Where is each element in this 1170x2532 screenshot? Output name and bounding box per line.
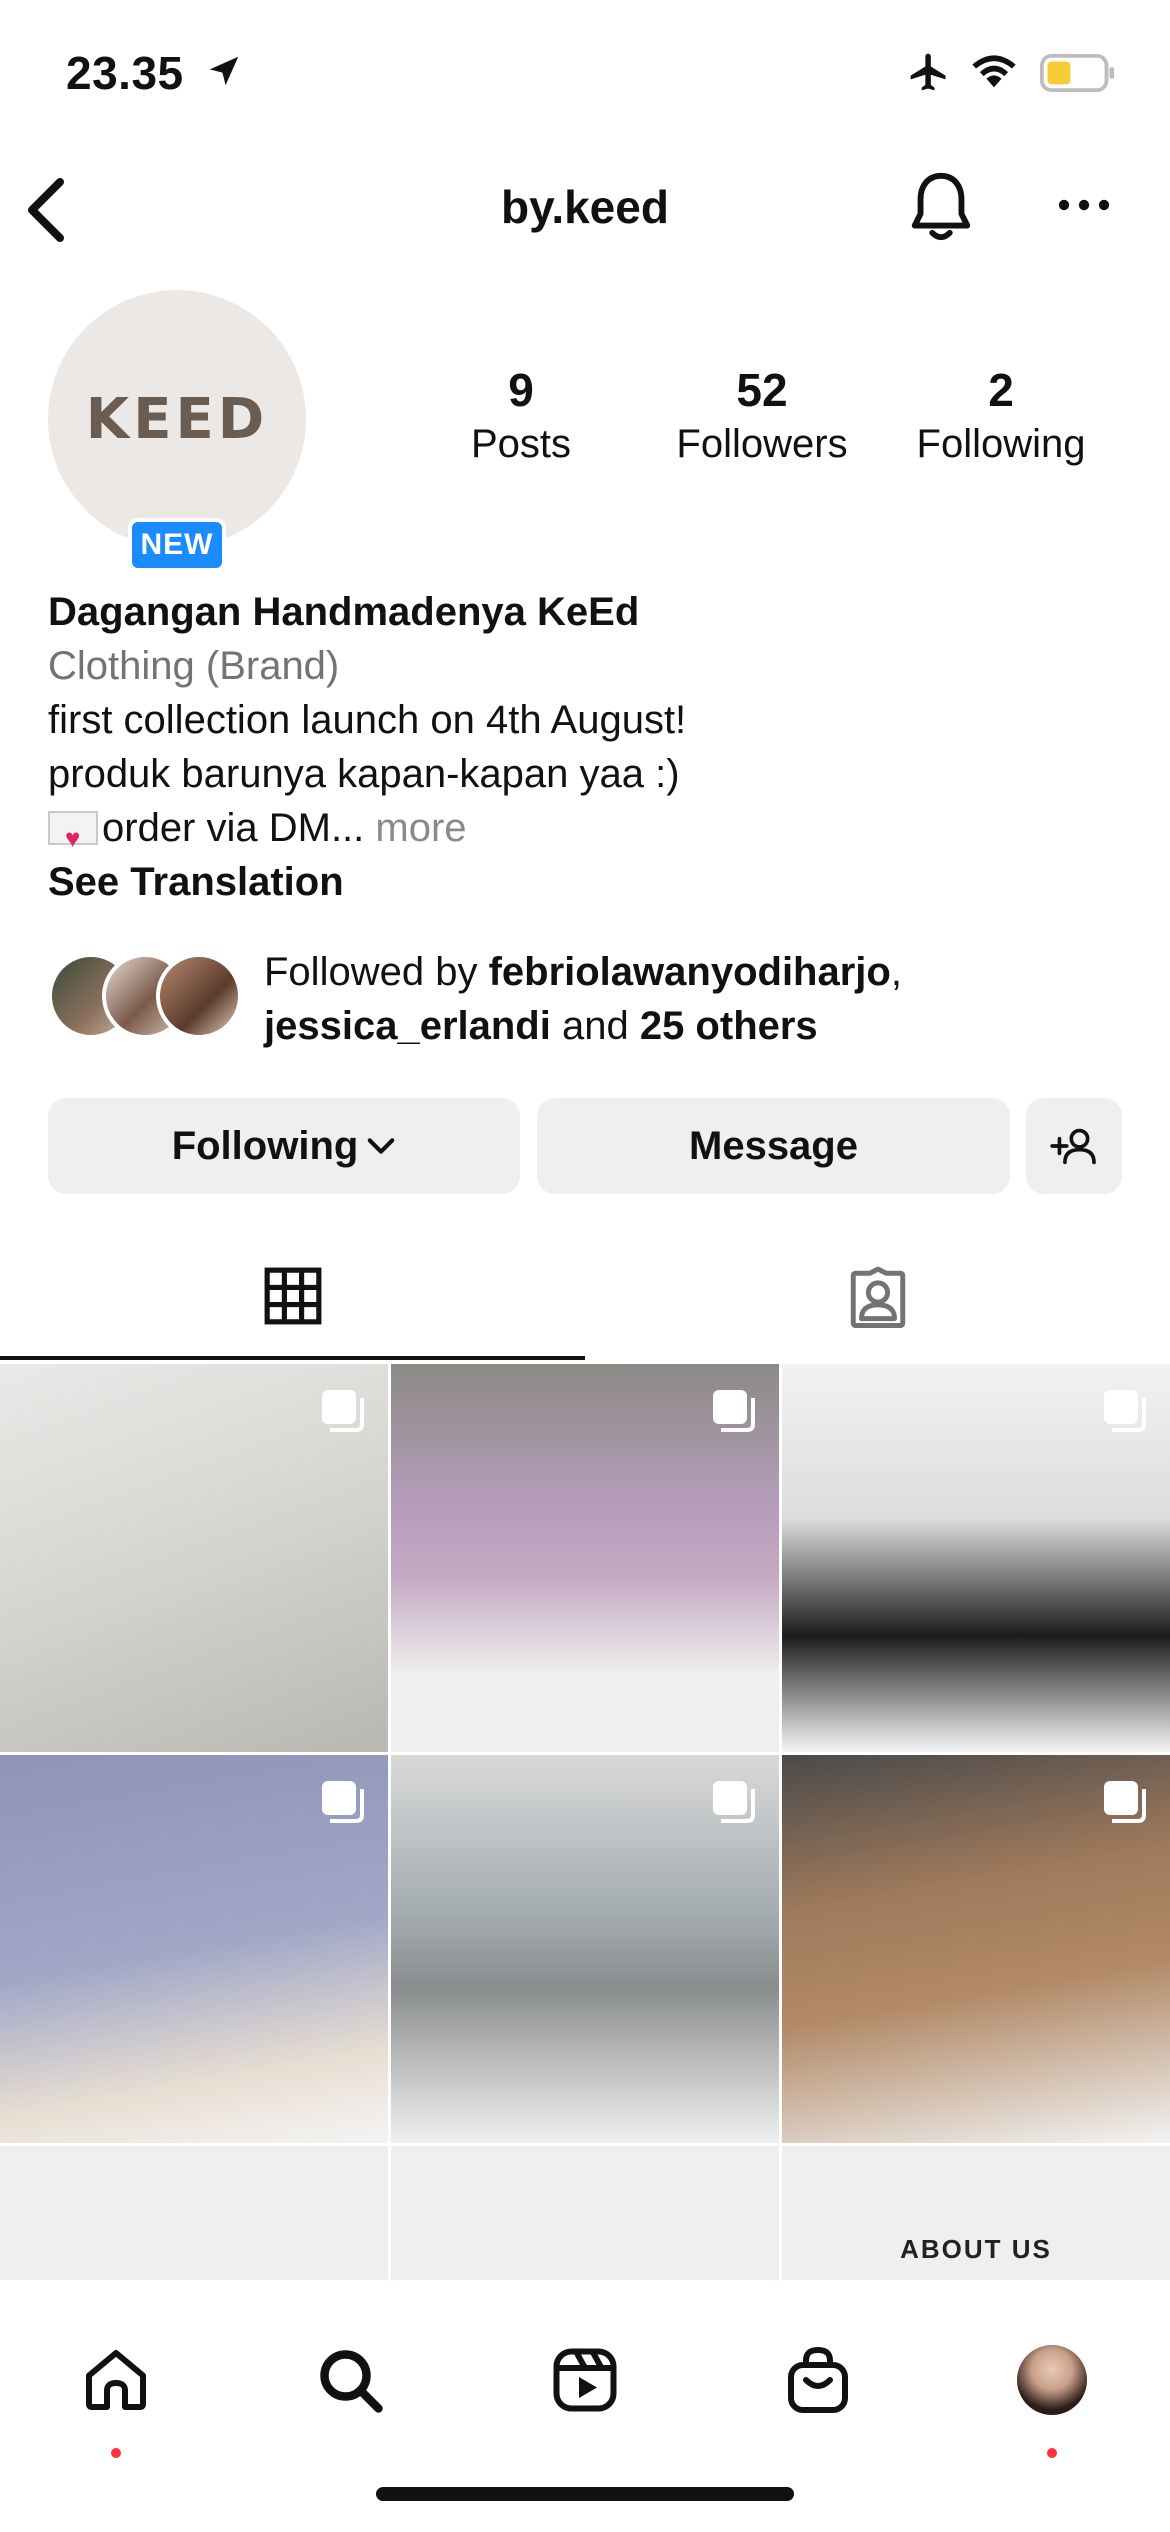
wifi-icon [972,55,1016,88]
stat-followers[interactable]: 52 Followers [647,362,877,470]
bell-icon[interactable] [905,170,977,246]
grid-post-2[interactable] [391,1364,779,1752]
profile-header: by.keed [0,150,1170,270]
profile-thumbnail-avatar [1017,2345,1087,2415]
new-badge: NEW [128,518,226,572]
grid-post-4[interactable] [0,1755,388,2143]
airplane-icon [910,53,946,91]
chevron-down-icon [368,1138,395,1154]
tab-posts-grid[interactable] [0,1235,585,1360]
stat-following-count: 2 [988,364,1014,416]
multiple-photos-icon [1104,1781,1146,1823]
stat-following[interactable]: 2 Following [886,362,1116,470]
profile-name: Dagangan Handmadenya KeEd [48,590,640,634]
profile-notification-dot [1047,2448,1057,2458]
bio-line-3: order via DM... more [48,801,1128,865]
bio-line-3-text: order via DM... [102,806,365,850]
followed-by-and: and [550,1004,640,1048]
grid-post-1[interactable] [0,1364,388,1752]
followed-by-user-1: febriolawanyodiharjo [488,950,891,994]
stat-following-label: Following [916,422,1086,466]
status-bar: 23.35 [0,0,1170,150]
nav-shop[interactable] [758,2320,878,2440]
multiple-photos-icon [713,1390,755,1432]
follower-avatar-3 [156,953,242,1039]
stat-followers-label: Followers [676,422,848,466]
following-button[interactable]: Following [48,1098,520,1194]
status-time: 23.35 [66,47,184,99]
multiple-photos-icon [713,1781,755,1823]
grid-post-6[interactable] [782,1755,1170,2143]
grid-post-3[interactable] [782,1364,1170,1752]
profile-bio: Dagangan Handmadenya KeEd Clothing (Bran… [48,585,1128,909]
following-button-label: Following [171,1123,359,1168]
shopping-bag-icon [788,2346,848,2413]
add-user-icon [1050,1128,1096,1165]
love-letter-icon [48,811,98,865]
page-title: by.keed [501,181,669,233]
nav-profile[interactable] [992,2320,1112,2458]
followed-by-text: Followed by febriolawanyodiharjo, jessic… [264,945,902,1053]
home-notification-dot [111,2448,121,2458]
grid-post-5[interactable] [391,1755,779,2143]
followed-by-prefix: Followed by [264,950,489,994]
profile-category[interactable]: Clothing (Brand) [48,639,1128,693]
profile-avatar[interactable]: KEED [48,290,306,548]
stat-posts-label: Posts [470,422,572,466]
followed-by-others: 25 others [639,1004,818,1048]
suggested-users-button[interactable] [1026,1098,1122,1194]
followed-by-sep: , [890,950,902,994]
stat-posts-count: 9 [508,364,534,416]
followed-by-row[interactable]: Followed by febriolawanyodiharjo, jessic… [48,945,1128,1055]
stat-posts[interactable]: 9 Posts [406,362,636,470]
see-translation-link[interactable]: See Translation [48,855,1128,909]
nav-home[interactable] [56,2320,176,2458]
message-button-label: Message [689,1123,858,1168]
nav-search[interactable] [290,2320,410,2440]
home-icon [86,2350,146,2410]
multiple-photos-icon [322,1390,364,1432]
bio-line-1: first collection launch on 4th August! [48,698,687,742]
grid-icon [264,1267,321,1324]
tab-tagged[interactable] [585,1235,1170,1360]
about-us-text: ABOUT US [900,2234,1052,2264]
followed-by-user-2: jessica_erlandi [264,1004,551,1048]
multiple-photos-icon [322,1781,364,1823]
nav-reels[interactable] [525,2320,645,2440]
bio-more-link[interactable]: more [375,806,466,850]
location-arrow-icon [209,56,239,86]
multiple-photos-icon [1104,1390,1146,1432]
avatar-logo-text: KEED [85,386,269,452]
more-options-icon[interactable] [1058,198,1110,212]
message-button[interactable]: Message [537,1098,1010,1194]
battery-icon [1040,54,1115,92]
stat-followers-count: 52 [736,364,788,416]
tagged-person-icon [850,1266,905,1328]
bio-line-2: produk barunya kapan-kapan yaa :) [48,752,680,796]
search-icon [320,2350,383,2413]
reels-icon [553,2348,617,2412]
home-indicator[interactable] [376,2487,794,2501]
